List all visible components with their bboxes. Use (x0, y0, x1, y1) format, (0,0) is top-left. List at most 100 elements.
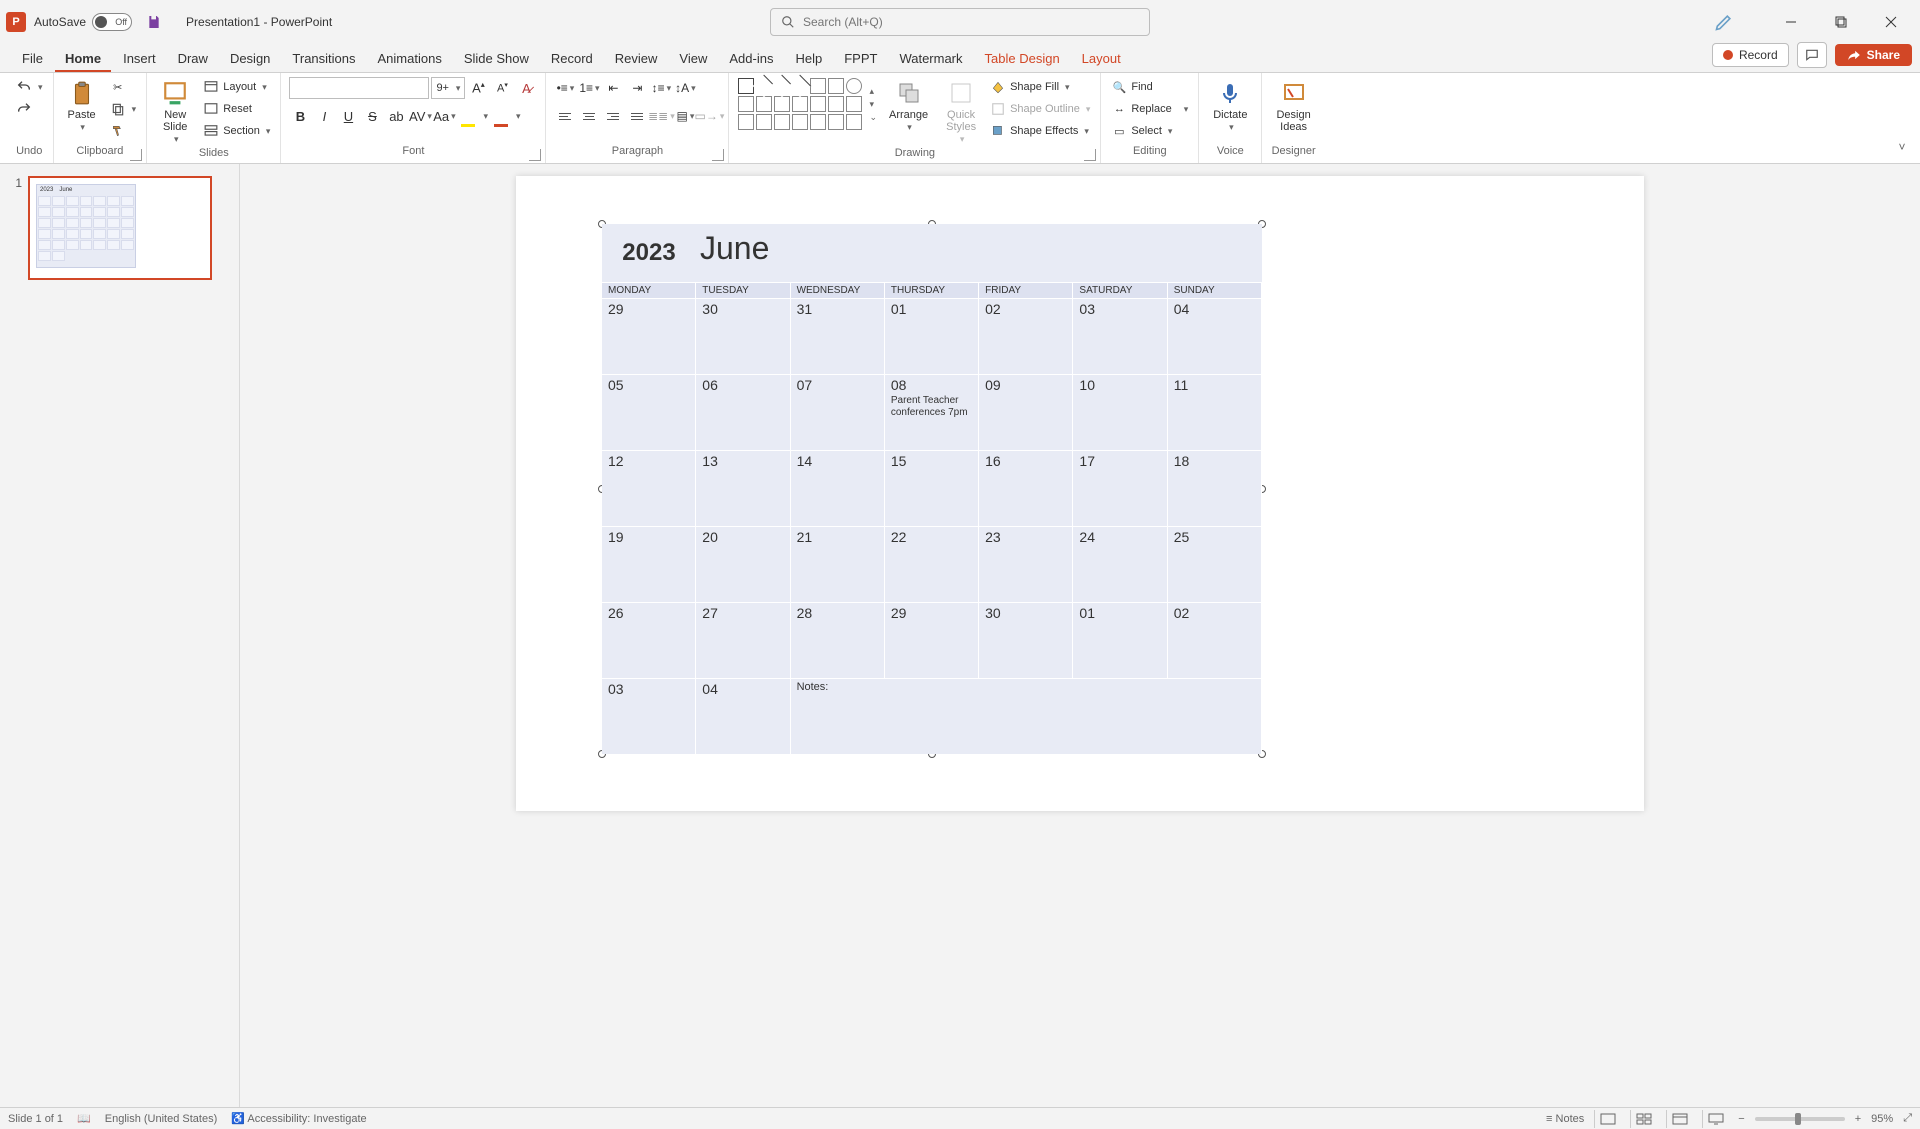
tab-record[interactable]: Record (541, 47, 603, 72)
notes-toggle[interactable]: ≡ Notes (1546, 1113, 1584, 1125)
format-painter-button[interactable] (108, 121, 139, 141)
calendar-cell[interactable]: 23 (979, 526, 1073, 602)
font-color-button[interactable] (490, 105, 512, 127)
tab-fppt[interactable]: FPPT (834, 47, 887, 72)
search-box[interactable] (770, 8, 1150, 36)
zoom-out-button[interactable]: − (1738, 1113, 1744, 1125)
columns-button[interactable]: ≣≣▾ (650, 105, 672, 127)
font-name-combo[interactable] (289, 77, 429, 99)
change-case-button[interactable]: Aa▾ (433, 105, 455, 127)
calendar-cell[interactable]: 29 (885, 602, 979, 678)
calendar-cell[interactable]: 06 (696, 374, 790, 450)
calendar-cell[interactable]: 03 (602, 678, 696, 754)
text-shadow-button[interactable]: ab (385, 105, 407, 127)
tab-review[interactable]: Review (605, 47, 668, 72)
replace-button[interactable]: ↔Replace▾ (1109, 99, 1190, 119)
italic-button[interactable]: I (313, 105, 335, 127)
zoom-slider[interactable] (1755, 1117, 1845, 1121)
slide-layout-button[interactable]: Layout▾ (201, 77, 272, 97)
share-button[interactable]: Share (1835, 44, 1912, 66)
zoom-slider-knob[interactable] (1795, 1113, 1801, 1125)
tab-view[interactable]: View (669, 47, 717, 72)
dictate-button[interactable]: Dictate▾ (1207, 77, 1253, 135)
decrease-indent-button[interactable]: ⇤ (602, 77, 624, 99)
undo-button[interactable]: ▾ (14, 77, 45, 97)
calendar-year[interactable]: 2023 (602, 224, 696, 282)
tab-layout[interactable]: Layout (1072, 47, 1131, 72)
calendar-cell[interactable]: 13 (696, 450, 790, 526)
line-spacing-button[interactable]: ↕≡▾ (650, 77, 672, 99)
fit-to-window-button[interactable]: ⤢ (1903, 1112, 1912, 1125)
calendar-cell[interactable]: 21 (791, 526, 885, 602)
calendar-cell[interactable]: 16 (979, 450, 1073, 526)
zoom-percent[interactable]: 95% (1871, 1113, 1893, 1125)
day-name-fri[interactable]: FRIDAY (979, 283, 1073, 298)
calendar-table[interactable]: 2023 June MONDAY TUESDAY WEDNESDAY THURS… (602, 224, 1262, 754)
comments-button[interactable] (1797, 42, 1827, 68)
shapes-gallery[interactable] (737, 77, 863, 131)
tab-watermark[interactable]: Watermark (889, 47, 972, 72)
increase-indent-button[interactable]: ⇥ (626, 77, 648, 99)
calendar-cell[interactable]: 03 (1073, 298, 1167, 374)
calendar-cell[interactable]: 27 (696, 602, 790, 678)
record-button[interactable]: Record (1712, 43, 1789, 67)
increase-font-button[interactable]: A▴ (467, 77, 489, 99)
design-ideas-button[interactable]: Design Ideas (1270, 77, 1316, 135)
day-name-sat[interactable]: SATURDAY (1073, 283, 1167, 298)
calendar-cell[interactable]: 14 (791, 450, 885, 526)
coming-soon-pen-icon[interactable] (1704, 12, 1744, 32)
tab-draw[interactable]: Draw (168, 47, 218, 72)
calendar-cell[interactable]: 30 (979, 602, 1073, 678)
cut-button[interactable]: ✂ (108, 77, 139, 97)
search-input[interactable] (803, 15, 1139, 29)
text-direction-button[interactable]: ↕A▾ (674, 77, 696, 99)
align-center-button[interactable] (578, 105, 600, 127)
shapes-scroll-up[interactable]: ▴ (869, 86, 877, 97)
clear-formatting-button[interactable]: A̷ (515, 77, 537, 99)
font-size-combo[interactable]: 9+▾ (431, 77, 465, 99)
calendar-cell[interactable]: 26 (602, 602, 696, 678)
calendar-month[interactable]: June (696, 224, 773, 282)
calendar-cell[interactable]: 08Parent Teacher conferences 7pm (885, 374, 979, 450)
reset-slide-button[interactable]: Reset (201, 99, 272, 119)
tab-slide-show[interactable]: Slide Show (454, 47, 539, 72)
slide-thumbnail-pane[interactable]: 1 2023June (0, 164, 240, 1107)
numbering-button[interactable]: 1≡▾ (578, 77, 600, 99)
language-status[interactable]: English (United States) (105, 1113, 218, 1125)
smartart-convert-button[interactable]: ▭→▾ (698, 105, 720, 127)
calendar-cell[interactable]: 01 (1073, 602, 1167, 678)
shape-effects-button[interactable]: Shape Effects▾ (988, 121, 1092, 141)
calendar-cell[interactable]: 04 (696, 678, 790, 754)
font-launcher[interactable] (529, 149, 541, 161)
section-button[interactable]: Section▾ (201, 121, 272, 141)
shapes-scroll-down[interactable]: ▾ (869, 99, 877, 110)
justify-button[interactable] (626, 105, 648, 127)
shape-fill-button[interactable]: Shape Fill▾ (988, 77, 1092, 97)
copy-button[interactable]: ▾ (108, 99, 139, 119)
decrease-font-button[interactable]: A▾ (491, 77, 513, 99)
tab-help[interactable]: Help (785, 47, 832, 72)
find-button[interactable]: 🔍Find (1109, 77, 1190, 97)
slide-canvas[interactable]: 2023 June MONDAY TUESDAY WEDNESDAY THURS… (516, 176, 1644, 811)
accessibility-status[interactable]: ♿ Accessibility: Investigate (231, 1112, 366, 1125)
calendar-cell[interactable]: 31 (791, 298, 885, 374)
redo-button[interactable] (14, 99, 45, 119)
calendar-cell[interactable]: 30 (696, 298, 790, 374)
slide-sorter-view-button[interactable] (1630, 1110, 1656, 1128)
calendar-cell[interactable]: 17 (1073, 450, 1167, 526)
bullets-button[interactable]: •≡▾ (554, 77, 576, 99)
calendar-cell[interactable]: 09 (979, 374, 1073, 450)
bold-button[interactable]: B (289, 105, 311, 127)
calendar-cell[interactable]: 29 (602, 298, 696, 374)
align-right-button[interactable] (602, 105, 624, 127)
reading-view-button[interactable] (1666, 1110, 1692, 1128)
calendar-cell[interactable]: 22 (885, 526, 979, 602)
strikethrough-button[interactable]: S (361, 105, 383, 127)
calendar-cell[interactable]: 02 (979, 298, 1073, 374)
calendar-cell[interactable]: 20 (696, 526, 790, 602)
tab-table-design[interactable]: Table Design (975, 47, 1070, 72)
calendar-event[interactable]: Parent Teacher conferences 7pm (891, 395, 972, 419)
highlight-color-button[interactable] (457, 105, 479, 127)
clipboard-launcher[interactable] (130, 149, 142, 161)
selected-table-object[interactable]: 2023 June MONDAY TUESDAY WEDNESDAY THURS… (602, 224, 1262, 754)
